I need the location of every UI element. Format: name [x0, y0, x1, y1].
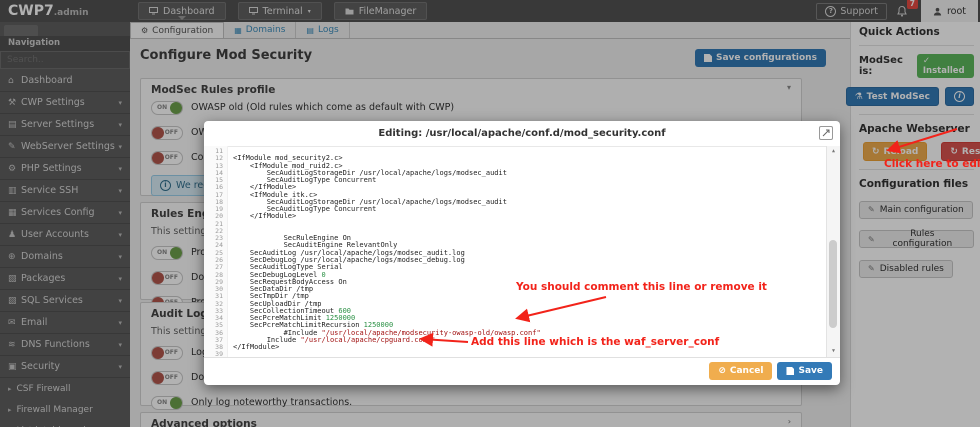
modal-title: Editing: /usr/local/apache/conf.d/mod_se…	[204, 121, 840, 147]
expand-icon[interactable]	[819, 126, 833, 140]
modal-footer: ⊘ Cancel Save	[204, 357, 840, 385]
cancel-icon: ⊘	[718, 366, 726, 376]
resize-arrow-icon	[822, 129, 830, 137]
scrollbar-thumb[interactable]	[829, 240, 837, 328]
edit-modal: Editing: /usr/local/apache/conf.d/mod_se…	[204, 121, 840, 385]
modal-save-button[interactable]: Save	[777, 362, 832, 380]
editor-scrollbar[interactable]: ▲ ▼	[826, 146, 840, 357]
cancel-button[interactable]: ⊘ Cancel	[709, 362, 773, 380]
save-icon	[786, 367, 795, 375]
code-editor[interactable]: 11 12 13 14 15 16 17 18 19 20 21 22 23 24 25 26 27 28 29 30…	[204, 146, 840, 358]
scroll-up-arrow[interactable]: ▲	[827, 148, 840, 155]
code-content: <IfModule mod_security2.c> <IfModule mod…	[233, 154, 541, 352]
cwp-admin-app: CWP7.admin Dashboard Terminal ▾ FileMana…	[0, 0, 980, 427]
scroll-down-arrow[interactable]: ▼	[827, 348, 840, 355]
line-numbers: 11 12 13 14 15 16 17 18 19 20 21 22 23 24 25 26 27 28 29 30…	[204, 146, 228, 358]
